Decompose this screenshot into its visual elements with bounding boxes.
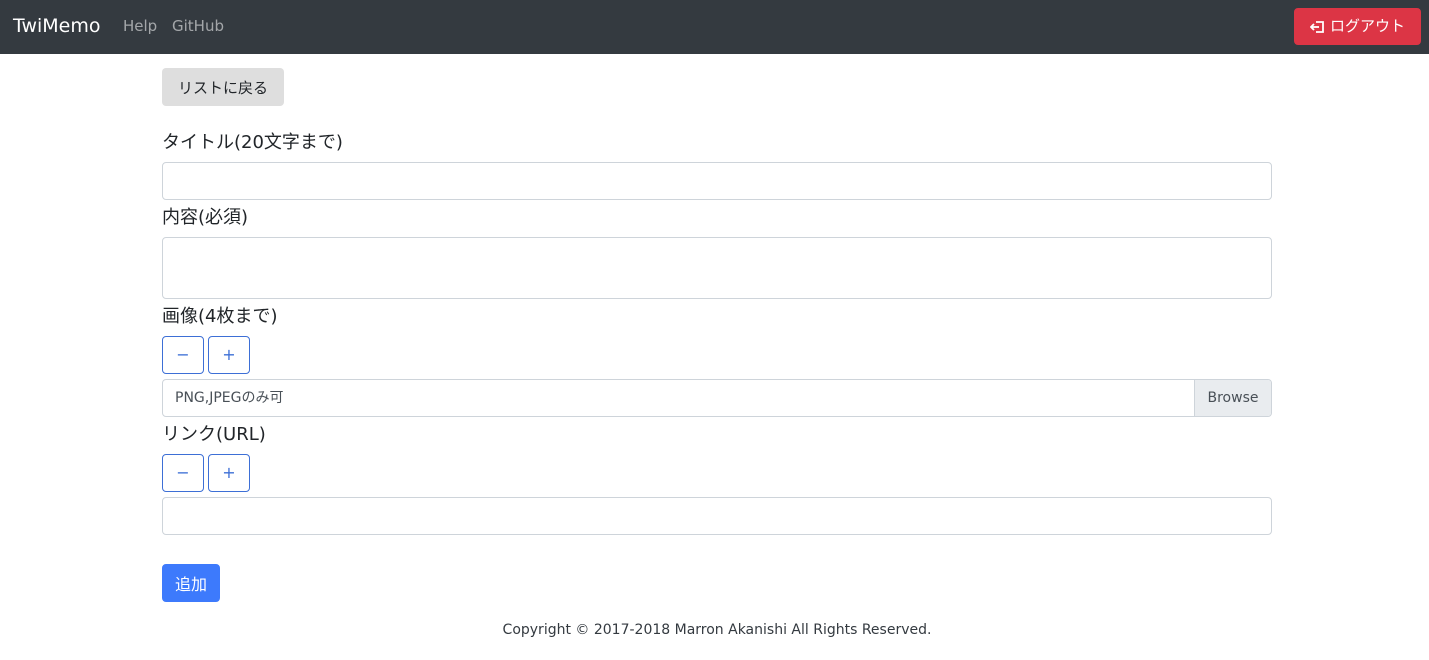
link-input[interactable]: [162, 497, 1272, 535]
content-textarea[interactable]: [162, 237, 1272, 299]
back-to-list-button[interactable]: リストに戻る: [162, 68, 284, 106]
nav-link-github[interactable]: GitHub: [172, 16, 224, 36]
browse-button[interactable]: Browse: [1194, 380, 1271, 416]
brand-link[interactable]: TwiMemo: [13, 13, 101, 39]
add-link-button[interactable]: +: [208, 454, 250, 492]
nav-link-help[interactable]: Help: [123, 16, 157, 36]
image-file-input[interactable]: PNG,JPEGのみ可 Browse: [162, 379, 1272, 417]
footer-copyright: Copyright © 2017-2018 Marron Akanishi Al…: [502, 622, 932, 638]
add-image-button[interactable]: +: [208, 336, 250, 374]
remove-link-button[interactable]: −: [162, 454, 204, 492]
top-navbar: TwiMemo Help GitHub ログアウト: [0, 0, 1429, 54]
sign-out-icon: [1309, 19, 1326, 35]
logout-button[interactable]: ログアウト: [1294, 8, 1421, 45]
remove-image-button[interactable]: −: [162, 336, 204, 374]
image-label: 画像(4枚まで): [162, 306, 278, 327]
logout-label: ログアウト: [1329, 17, 1405, 35]
file-input-placeholder: PNG,JPEGのみ可: [175, 390, 284, 406]
link-label: リンク(URL): [162, 424, 266, 445]
content-label: 内容(必須): [162, 207, 249, 228]
title-input[interactable]: [162, 162, 1272, 200]
title-label: タイトル(20文字まで): [162, 132, 343, 153]
add-submit-button[interactable]: 追加: [162, 564, 220, 602]
